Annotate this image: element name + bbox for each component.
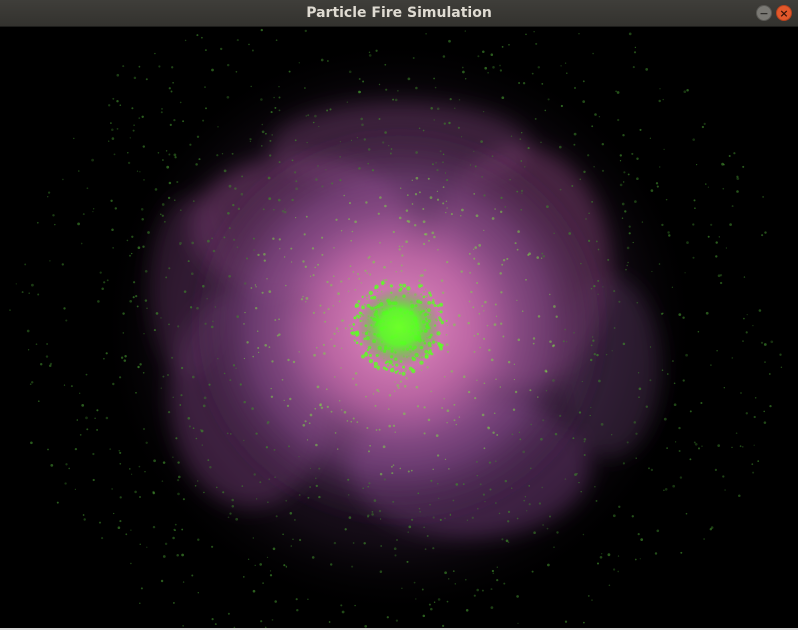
window-title: Particle Fire Simulation [306,5,492,21]
particle-core [357,287,441,367]
title-bar[interactable]: Particle Fire Simulation − × [0,0,798,27]
minimize-icon: − [759,6,769,20]
simulation-canvas [0,27,798,628]
app-window: Particle Fire Simulation − × [0,0,798,630]
minimize-button[interactable]: − [756,5,772,21]
particle-fire-render [0,27,798,628]
close-icon: × [779,6,789,20]
close-button[interactable]: × [776,5,792,21]
